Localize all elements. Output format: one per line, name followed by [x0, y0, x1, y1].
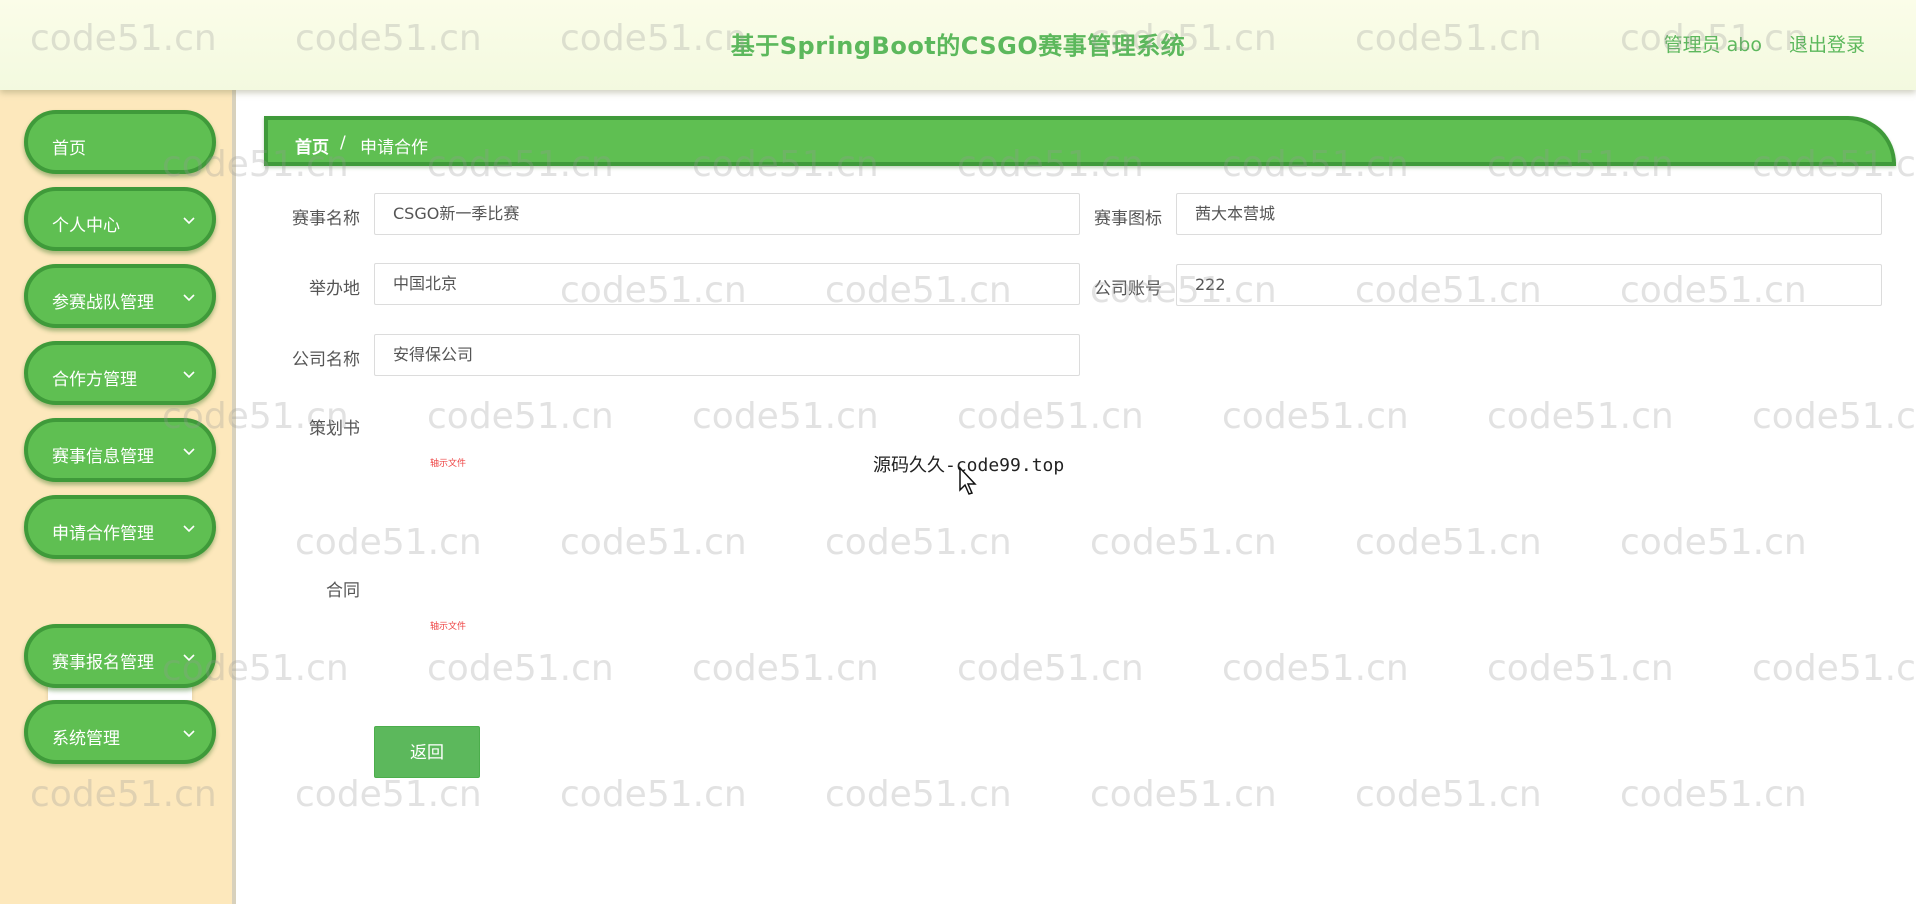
chevron-down-icon [183, 217, 195, 225]
event-icon-field[interactable]: 茜大本营城 [1176, 193, 1882, 235]
sidebar-item-cooperation-management[interactable]: 申请合作管理 [24, 495, 216, 559]
sidebar-item-partner-management[interactable]: 合作方管理 [24, 341, 216, 405]
breadcrumb: 首页 / 申请合作 [264, 116, 1896, 166]
watermark-text: code51.cn [560, 774, 747, 815]
plan-file-thumbnail[interactable]: 轴示文件 [430, 456, 466, 469]
chevron-down-icon [183, 654, 195, 662]
watermark-text: code51.cn [295, 774, 482, 815]
breadcrumb-current: 申请合作 [360, 138, 428, 158]
watermark-text: code51.cn [1620, 522, 1807, 563]
company-account-field[interactable]: 222 [1176, 264, 1882, 306]
chevron-down-icon [183, 371, 195, 379]
watermark-text: code51.cn [1487, 396, 1674, 437]
breadcrumb-separator: / [340, 133, 346, 153]
watermark-text: code51.cn [1355, 774, 1542, 815]
watermark-text: code51.cn [825, 774, 1012, 815]
sidebar-item-home[interactable]: 首页 [24, 110, 216, 174]
sidebar-item-label: 首页 [52, 139, 86, 159]
watermark-text: code51.cn [1752, 396, 1916, 437]
event-name-label: 赛事名称 [292, 209, 360, 229]
watermark-text: code51.cn [427, 648, 614, 689]
watermark-text: code51.cn [692, 648, 879, 689]
watermark-text: code51.cn [295, 522, 482, 563]
watermark-text: code51.cn [427, 396, 614, 437]
watermark-text: code51.cn [560, 522, 747, 563]
event-icon-label: 赛事图标 [1094, 209, 1162, 229]
watermark-text: code51.cn [1487, 648, 1674, 689]
mouse-cursor-icon [959, 466, 977, 495]
breadcrumb-home[interactable]: 首页 [295, 133, 329, 158]
sidebar-item-label: 赛事信息管理 [52, 447, 154, 467]
back-button[interactable]: 返回 [374, 726, 480, 778]
sidebar: 首页 个人中心 参赛战队管理 合作方管理 赛事信息管理 申请合作管理 申请合作 … [0, 90, 236, 904]
watermark-text: code51.cn [1090, 522, 1277, 563]
chevron-down-icon [183, 730, 195, 738]
watermark-text: code51.cn [1222, 396, 1409, 437]
venue-label: 举办地 [309, 279, 360, 299]
watermark-text: code51.cn [1090, 774, 1277, 815]
sidebar-item-label: 申请合作管理 [52, 524, 154, 544]
watermark-text: code51.cn [957, 648, 1144, 689]
event-name-field[interactable]: CSGO新一季比赛 [374, 193, 1080, 235]
watermark-text: code51.cn [825, 522, 1012, 563]
plan-label: 策划书 [309, 419, 360, 439]
watermark-text: code51.cn [1222, 648, 1409, 689]
sidebar-item-label: 系统管理 [52, 729, 120, 749]
sidebar-item-personal-center[interactable]: 个人中心 [24, 187, 216, 251]
sidebar-item-system-management[interactable]: 系统管理 [24, 700, 216, 764]
company-name-field[interactable]: 安得保公司 [374, 334, 1080, 376]
sidebar-item-registration-management[interactable]: 赛事报名管理 [24, 624, 216, 688]
current-user: 管理员 abo [1663, 34, 1762, 56]
sidebar-item-event-info-management[interactable]: 赛事信息管理 [24, 418, 216, 482]
sidebar-item-label: 参赛战队管理 [52, 293, 154, 313]
watermark-text: code51.cn [1752, 648, 1916, 689]
watermark-text: code51.cn [1355, 522, 1542, 563]
sidebar-item-label: 赛事报名管理 [52, 653, 154, 673]
sidebar-item-label: 合作方管理 [52, 370, 137, 390]
company-account-label: 公司账号 [1094, 279, 1162, 299]
watermark-text: code51.cn [1620, 774, 1807, 815]
chevron-down-icon [183, 294, 195, 302]
chevron-down-icon [183, 525, 195, 533]
watermark-text: code51.cn [957, 396, 1144, 437]
sidebar-item-label: 个人中心 [52, 216, 120, 236]
company-name-label: 公司名称 [292, 350, 360, 370]
watermark-text: code51.cn [692, 396, 879, 437]
contract-label: 合同 [326, 581, 360, 601]
logout-link[interactable]: 退出登录 [1789, 30, 1865, 57]
contract-file-thumbnail[interactable]: 轴示文件 [430, 619, 466, 632]
top-header: 基于SpringBoot的CSGO赛事管理系统 管理员 abo 退出登录 [0, 0, 1916, 90]
chevron-down-icon [183, 448, 195, 456]
app-title: 基于SpringBoot的CSGO赛事管理系统 [730, 32, 1186, 60]
sidebar-item-team-management[interactable]: 参赛战队管理 [24, 264, 216, 328]
venue-field[interactable]: 中国北京 [374, 263, 1080, 305]
